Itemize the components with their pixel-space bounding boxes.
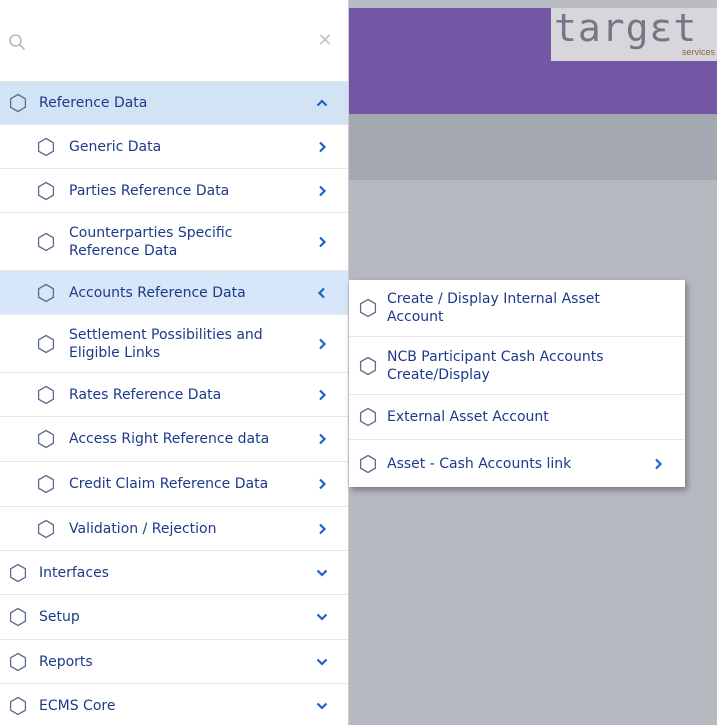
hexagon-icon	[36, 137, 56, 157]
sidebar-item-rates-reference-data[interactable]: Rates Reference Data	[0, 373, 348, 417]
chevron-up-icon[interactable]	[313, 94, 331, 112]
chevron-down-icon[interactable]	[313, 608, 331, 626]
sidebar-item-generic-data[interactable]: Generic Data	[0, 125, 348, 169]
chevron-right-icon[interactable]	[313, 386, 331, 404]
chevron-right-icon[interactable]	[313, 335, 331, 353]
sidebar-item-label: Validation / Rejection	[69, 520, 217, 537]
submenu-item-label: Asset - Cash Accounts link	[387, 455, 572, 472]
hexagon-icon	[358, 454, 378, 474]
chevron-right-icon[interactable]	[313, 475, 331, 493]
sidebar-item-label: Access Right Reference data	[69, 431, 270, 447]
chevron-left-icon[interactable]	[313, 284, 331, 302]
search-input[interactable]	[34, 24, 304, 60]
chevron-right-icon[interactable]	[649, 455, 667, 473]
sidebar-item-interfaces[interactable]: Interfaces	[0, 551, 348, 595]
hexagon-icon	[358, 407, 378, 427]
sidebar-item-reports[interactable]: Reports	[0, 640, 348, 684]
sidebar-item-label: Rates Reference Data	[69, 386, 222, 403]
submenu-item-ncb-participant-cash-accounts[interactable]: NCB Participant Cash Accounts Create/Dis…	[349, 337, 685, 395]
chevron-right-icon[interactable]	[313, 233, 331, 251]
sidebar-item-label: Counterparties Specific Reference Data	[69, 224, 233, 259]
sidebar-item-credit-claim-reference-data[interactable]: Credit Claim Reference Data	[0, 462, 348, 507]
sidebar-item-label: Credit Claim Reference Data	[69, 476, 269, 492]
submenu-item-asset-cash-accounts-link[interactable]: Asset - Cash Accounts link	[349, 440, 685, 487]
chevron-right-icon[interactable]	[313, 430, 331, 448]
sidebar-item-label: Setup	[39, 609, 80, 625]
hexagon-icon	[36, 232, 56, 252]
chevron-right-icon[interactable]	[313, 520, 331, 538]
hexagon-icon	[8, 607, 28, 627]
submenu-item-internal-asset-account[interactable]: Create / Display Internal Asset Account	[349, 280, 685, 337]
target-services-logo[interactable]: targɛt services	[551, 8, 717, 61]
hexagon-icon	[8, 696, 28, 716]
hexagon-icon	[358, 356, 378, 376]
hexagon-icon	[8, 93, 28, 113]
sidebar-item-label: ECMS Core	[39, 698, 116, 714]
submenu-item-label: Create / Display Internal Asset Account	[387, 291, 600, 325]
sidebar-item-label: Parties Reference Data	[69, 182, 230, 199]
clear-search-icon[interactable]: ✕	[316, 31, 334, 51]
sidebar-item-label: Reports	[39, 653, 93, 670]
logo-subtext: services	[681, 47, 715, 57]
sidebar-item-access-right-reference-data[interactable]: Access Right Reference data	[0, 417, 348, 462]
sidebar-item-validation-rejection[interactable]: Validation / Rejection	[0, 507, 348, 551]
hexagon-icon	[36, 519, 56, 539]
sidebar-item-parties-reference-data[interactable]: Parties Reference Data	[0, 169, 348, 213]
sidebar-item-reference-data[interactable]: Reference Data	[0, 82, 348, 125]
hexagon-icon	[8, 652, 28, 672]
chevron-right-icon[interactable]	[313, 138, 331, 156]
sidebar-item-label: Accounts Reference Data	[69, 284, 246, 301]
hexagon-icon	[358, 298, 378, 318]
accounts-reference-data-submenu: Create / Display Internal Asset Account …	[349, 280, 685, 487]
sidebar-item-counterparties-specific-reference-data[interactable]: Counterparties Specific Reference Data	[0, 213, 348, 271]
logo-wordmark: targɛt	[554, 8, 698, 50]
sidebar-item-label: Interfaces	[39, 564, 109, 581]
hexagon-icon	[36, 385, 56, 405]
chevron-down-icon[interactable]	[313, 564, 331, 582]
chevron-down-icon[interactable]	[313, 697, 331, 715]
hexagon-icon	[36, 181, 56, 201]
sidebar-item-label: Settlement Possibilities and Eligible Li…	[69, 326, 263, 361]
chevron-down-icon[interactable]	[313, 653, 331, 671]
search-icon	[9, 34, 25, 50]
sidebar-item-accounts-reference-data[interactable]: Accounts Reference Data	[0, 271, 348, 315]
hexagon-icon	[8, 563, 28, 583]
submenu-item-label: External Asset Account	[387, 409, 549, 425]
sidebar-item-label: Reference Data	[39, 95, 148, 111]
sidebar-item-setup[interactable]: Setup	[0, 595, 348, 640]
sidebar-item-label: Generic Data	[69, 138, 162, 155]
submenu-item-external-asset-account[interactable]: External Asset Account	[349, 395, 685, 440]
submenu-item-label: NCB Participant Cash Accounts Create/Dis…	[387, 348, 604, 383]
hexagon-icon	[36, 283, 56, 303]
menu-search: ✕	[0, 0, 348, 82]
hexagon-icon	[36, 474, 56, 494]
chevron-right-icon[interactable]	[313, 182, 331, 200]
hexagon-icon	[36, 429, 56, 449]
navigation-sidebar: ✕ Reference Data Generic Data Parties Re…	[0, 0, 349, 725]
hexagon-icon	[36, 334, 56, 354]
sidebar-item-ecms-core[interactable]: ECMS Core	[0, 684, 348, 725]
sidebar-item-settlement-possibilities[interactable]: Settlement Possibilities and Eligible Li…	[0, 315, 348, 373]
